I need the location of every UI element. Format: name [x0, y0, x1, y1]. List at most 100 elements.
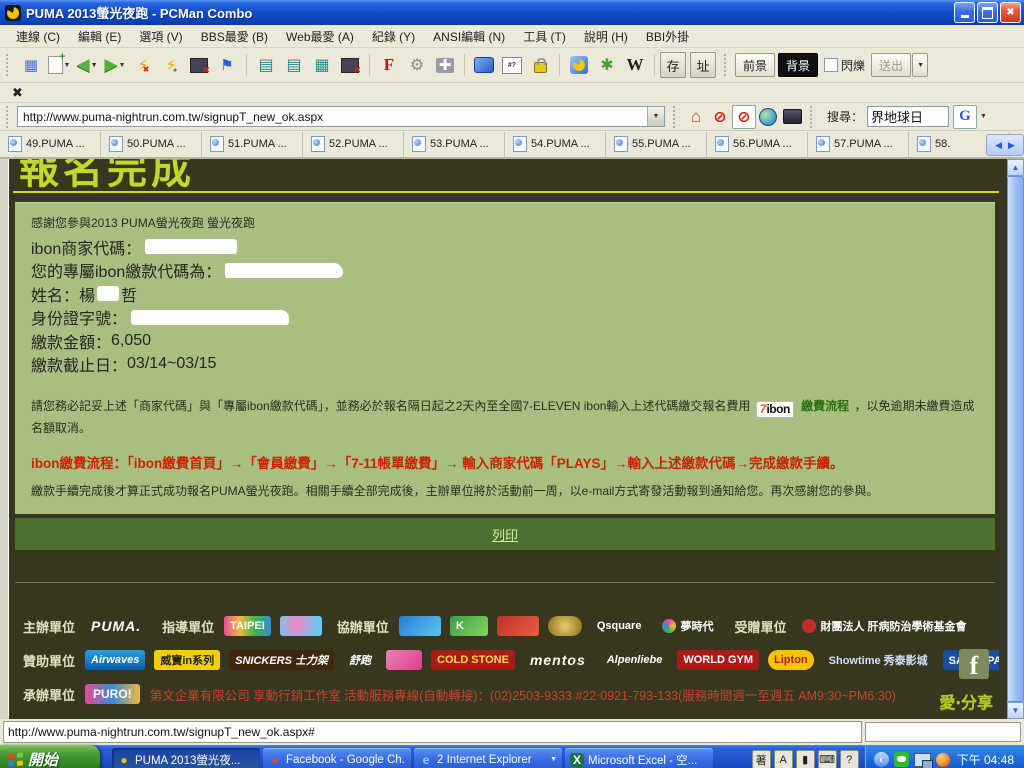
- tray-app-icon[interactable]: [935, 752, 950, 767]
- wikipedia-button[interactable]: W: [621, 52, 649, 78]
- proxy-button[interactable]: [756, 105, 780, 129]
- new-tab-button[interactable]: ▼: [45, 51, 73, 78]
- block-popup-button[interactable]: ⊘: [732, 104, 756, 129]
- layout-button[interactable]: ▦: [17, 52, 45, 78]
- pink-brand-logo: [386, 650, 423, 670]
- task-app-icon: ●: [271, 752, 279, 767]
- menu-item[interactable]: ANSI編輯 (N): [425, 26, 513, 47]
- pcman-home-button[interactable]: [565, 52, 593, 78]
- hide-icons-chevron[interactable]: ‹: [873, 752, 889, 767]
- tab[interactable]: 54.PUMA ...: [505, 131, 606, 157]
- toolbar-grip[interactable]: [6, 54, 12, 76]
- tab[interactable]: 50.PUMA ...: [101, 131, 202, 157]
- taskbar-task[interactable]: e 2 Internet Explorer ▼: [414, 748, 562, 768]
- facebook-icon[interactable]: f: [959, 649, 989, 679]
- resize-button[interactable]: ✚: [431, 52, 459, 78]
- taskbar-task[interactable]: ● Facebook - Google Ch... ▼: [263, 748, 411, 768]
- tab[interactable]: 57.PUMA ...: [808, 131, 909, 157]
- tab[interactable]: 56.PUMA ...: [707, 131, 808, 157]
- reconnect-button[interactable]: ⚡: [157, 52, 185, 78]
- send-button[interactable]: 送出: [871, 53, 912, 77]
- taskbar-task[interactable]: ● PUMA 2013螢光夜... ▼: [112, 748, 260, 768]
- console-button[interactable]: [780, 105, 804, 129]
- network-icon[interactable]: [913, 752, 933, 768]
- toolbar-grip[interactable]: [724, 54, 730, 76]
- copy-button[interactable]: ▤: [252, 52, 280, 78]
- tab[interactable]: 52.PUMA ...: [303, 131, 404, 157]
- copy-append-button[interactable]: ▤: [280, 52, 308, 78]
- search-engine-button[interactable]: G: [953, 104, 978, 129]
- tab[interactable]: 55.PUMA ...: [606, 131, 707, 157]
- send-dropdown[interactable]: ▼: [912, 53, 928, 77]
- toolbar-grip[interactable]: [6, 105, 12, 128]
- screen: PUMA 2013螢光夜跑 - PCMan Combo ✖ 連線 (C) 編輯 (…: [0, 0, 1024, 768]
- plugin-button[interactable]: ✱: [593, 52, 621, 78]
- start-button[interactable]: 開始: [0, 745, 100, 768]
- menu-item[interactable]: Web最愛 (A): [278, 26, 362, 47]
- menu-item[interactable]: 連線 (C): [8, 26, 68, 47]
- blink-checkbox[interactable]: [824, 58, 839, 72]
- scrollbar-thumb[interactable]: [1007, 176, 1024, 702]
- tab-scroll-left[interactable]: ◀: [995, 140, 1002, 151]
- close-icon[interactable]: ✖: [12, 85, 23, 101]
- toolbar-grip[interactable]: [673, 105, 679, 128]
- taskbar-task[interactable]: X Microsoft Excel - 空... ▼: [565, 748, 713, 768]
- menu-bar: 連線 (C) 編輯 (E) 選項 (V) BBS最愛 (B) Web最愛 (A) 紀錄 (…: [0, 25, 1024, 48]
- ime-alpha-icon[interactable]: A: [773, 750, 793, 768]
- scroll-up-button[interactable]: ▲: [1007, 159, 1024, 176]
- menu-item[interactable]: 編輯 (E): [70, 26, 129, 47]
- save-button[interactable]: 存: [660, 52, 686, 78]
- print-link[interactable]: 列印: [492, 525, 518, 544]
- tab[interactable]: 51.PUMA ...: [202, 131, 303, 157]
- puro-logo: PURO!: [85, 684, 140, 704]
- paste-button[interactable]: ▦: [308, 52, 336, 78]
- address-button[interactable]: 址: [690, 52, 716, 78]
- menu-item[interactable]: 紀錄 (Y): [364, 26, 423, 47]
- tab[interactable]: 53.PUMA ...: [404, 131, 505, 157]
- vertical-scrollbar[interactable]: ▲ ▼: [1007, 159, 1024, 719]
- settings-button[interactable]: ⚙: [403, 52, 431, 78]
- menu-item[interactable]: 工具 (T): [515, 26, 574, 47]
- window-mode-button[interactable]: [470, 52, 498, 78]
- line-messenger-icon[interactable]: [893, 752, 909, 767]
- tab[interactable]: 49.PUMA ...: [0, 131, 101, 157]
- back-button[interactable]: ◀ ▼: [73, 52, 101, 78]
- url-input[interactable]: http://www.puma-nightrun.com.tw/signupT_…: [17, 106, 665, 127]
- scroll-down-button[interactable]: ▼: [1007, 702, 1024, 719]
- forward-button[interactable]: ▶ ▼: [101, 52, 129, 78]
- arrow-down-icon: ▼: [1011, 706, 1020, 715]
- add-favorite-button[interactable]: ⚑: [213, 52, 241, 78]
- menu-item[interactable]: BBI外掛: [638, 26, 697, 47]
- restore-button[interactable]: [977, 2, 998, 23]
- page-icon: [8, 136, 22, 152]
- toolbar-grip[interactable]: [810, 105, 816, 128]
- background-button[interactable]: 背景: [778, 53, 819, 77]
- ime-help-icon[interactable]: ?: [839, 750, 859, 768]
- capture-button[interactable]: [336, 52, 364, 78]
- keyboard-icon[interactable]: ⌨: [817, 750, 837, 768]
- close-screen-button[interactable]: [185, 52, 213, 78]
- home-button[interactable]: ⌂: [684, 105, 708, 129]
- search-value: 界地球日: [871, 110, 924, 125]
- chevron-down-icon[interactable]: ▼: [980, 113, 987, 120]
- redacted-value: [131, 309, 290, 325]
- menu-item[interactable]: BBS最愛 (B): [193, 26, 276, 47]
- foreground-button[interactable]: 前景: [735, 53, 776, 77]
- close-button[interactable]: ✖: [1000, 2, 1021, 23]
- search-input[interactable]: 界地球日: [867, 106, 950, 127]
- url-dropdown[interactable]: ▼: [647, 107, 664, 126]
- task-buttons: ● PUMA 2013螢光夜... ▼ ● Facebook - Google …: [112, 748, 746, 768]
- disconnect-button[interactable]: ⚡: [129, 52, 157, 78]
- menu-item[interactable]: 選項 (V): [131, 26, 190, 47]
- payment-flow-link[interactable]: 繳費流程: [801, 399, 849, 413]
- ime-shape-icon[interactable]: ▮: [795, 750, 815, 768]
- encoding-button[interactable]: #?: [498, 52, 526, 78]
- menu-item[interactable]: 說明 (H): [576, 26, 636, 47]
- minimize-button[interactable]: [954, 2, 975, 23]
- ime-indicator-icon[interactable]: 著: [751, 750, 771, 768]
- tab-scroll-right[interactable]: ▶: [1008, 140, 1015, 151]
- font-button[interactable]: F: [375, 52, 403, 78]
- block-ads-button[interactable]: ⊘: [708, 105, 732, 129]
- lock-button[interactable]: [526, 52, 554, 78]
- k-sports-logo: K: [449, 616, 488, 636]
